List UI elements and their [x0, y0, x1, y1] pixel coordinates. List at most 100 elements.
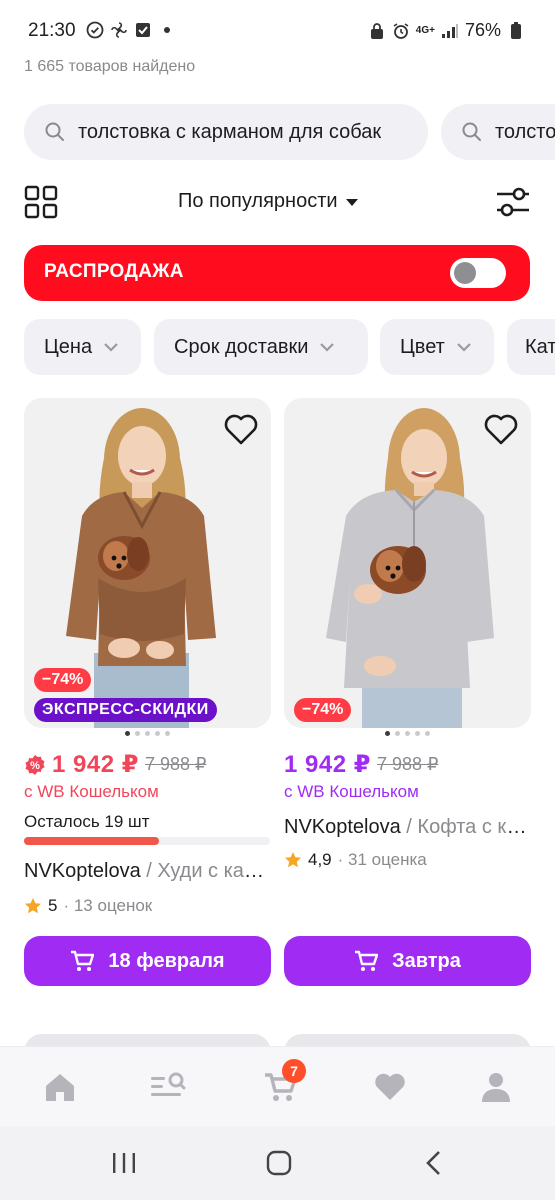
reviews-count: · 13 оценок	[63, 896, 153, 915]
price-row: 1 942 ₽ 7 988 ₽	[284, 750, 438, 779]
status-right: 4G+ 76%	[368, 20, 525, 41]
product-name: Худи с карманом	[157, 860, 270, 882]
delivery-date-label: 18 февраля	[108, 949, 225, 972]
product-photo-illustration	[284, 398, 531, 728]
home-circle-icon	[266, 1150, 292, 1176]
price-row: % 1 942 ₽ 7 988 ₽	[24, 750, 206, 779]
title-separator: /	[400, 816, 418, 838]
home-button[interactable]	[259, 1148, 299, 1178]
image-pager-dots	[24, 731, 271, 739]
results-count: 1 665 товаров найдено	[24, 58, 196, 75]
status-left-icons	[86, 21, 176, 39]
star-icon	[285, 852, 301, 868]
discount-badge: −74%	[294, 698, 352, 722]
reviews-count: · 31 оценка	[337, 850, 427, 869]
catalog-search-icon	[151, 1072, 186, 1096]
heart-favorite-icon[interactable]	[483, 412, 519, 446]
search-chip-text: толстовка с карманом для собак	[78, 120, 382, 143]
product-old-price: 7 988 ₽	[144, 754, 207, 774]
battery-percent: 76%	[464, 20, 501, 40]
nav-favorites[interactable]	[370, 1067, 410, 1107]
product-title[interactable]: NVKoptelova / Худи с карманом	[24, 860, 270, 883]
product-price: 1 942 ₽	[52, 751, 139, 778]
product-image[interactable]: −74% ЭКСПРЕСС-СКИДКИ	[24, 398, 271, 728]
home-icon	[46, 1074, 74, 1101]
express-discount-badge: ЭКСПРЕСС-СКИДКИ	[34, 698, 217, 722]
wallet-note: с WB Кошельком	[24, 782, 159, 801]
nav-home[interactable]	[40, 1067, 80, 1107]
product-old-price: 7 988 ₽	[376, 754, 439, 774]
recent-apps-icon	[113, 1153, 135, 1173]
product-name: Кофта с карманом	[417, 816, 530, 838]
back-button[interactable]	[414, 1148, 454, 1178]
check-circle-icon	[86, 21, 104, 39]
star-icon	[25, 898, 41, 914]
rating-value: 5	[48, 896, 58, 915]
status-bar: 21:30 4G+ 76%	[0, 0, 555, 58]
filter-chip-delivery[interactable]: Срок доставки	[154, 319, 368, 375]
filter-chip-color[interactable]: Цвет	[380, 319, 494, 375]
chip-label: Срок доставки	[174, 335, 309, 358]
stock-progress-fill	[24, 837, 160, 845]
discount-badge: −74%	[34, 668, 92, 692]
search-chip[interactable]: толстовка с карманом для собак	[24, 104, 428, 160]
search-icon	[45, 122, 64, 141]
product-title[interactable]: NVKoptelova / Кофта с карманом	[284, 816, 530, 839]
add-to-cart-button[interactable]: 18 февраля	[24, 936, 271, 986]
product-rating: 4,9 · 31 оценка	[284, 850, 427, 870]
add-to-cart-button[interactable]: Завтра	[284, 936, 531, 986]
product-price: 1 942 ₽	[284, 751, 371, 778]
rating-value: 4,9	[308, 850, 332, 869]
dot-icon	[158, 21, 176, 39]
status-time: 21:30	[28, 20, 76, 41]
checkbox-icon	[134, 21, 152, 39]
profile-icon	[482, 1073, 510, 1102]
heart-favorite-icon[interactable]	[223, 412, 259, 446]
grid-view-icon[interactable]	[24, 185, 58, 219]
heart-icon	[375, 1073, 405, 1100]
stock-remaining: Осталось 19 шт	[24, 812, 150, 831]
cart-icon	[71, 950, 95, 971]
back-chevron-icon	[426, 1151, 440, 1175]
chevron-down-icon	[104, 343, 118, 352]
filter-sliders-icon[interactable]	[495, 185, 531, 219]
product-card[interactable]: −74% 1 942 ₽ 7 988 ₽ с WB Кошельком NVKo…	[284, 398, 531, 998]
sale-toggle[interactable]	[450, 258, 506, 288]
caret-down-icon	[345, 199, 358, 206]
product-card[interactable]: −74% ЭКСПРЕСС-СКИДКИ % 1 942 ₽ 7 988 ₽ с…	[24, 398, 271, 998]
search-icon	[462, 122, 481, 141]
sort-dropdown[interactable]: По популярности	[178, 190, 358, 213]
discount-percent-icon: %	[25, 754, 45, 775]
lock-icon	[368, 22, 386, 40]
image-pager-dots	[284, 731, 531, 739]
nav-cart[interactable]: 7	[260, 1059, 306, 1107]
chip-label: Цена	[44, 335, 93, 358]
chevron-down-icon	[320, 343, 335, 352]
sale-banner[interactable]: РАСПРОДАЖА	[24, 245, 530, 301]
wallet-note: с WB Кошельком	[284, 782, 419, 801]
svg-text:%: %	[30, 760, 40, 772]
filter-chip-category[interactable]: Кат	[507, 319, 555, 375]
network-label: 4G+	[415, 24, 435, 36]
cart-icon	[355, 950, 379, 971]
recent-apps-button[interactable]	[104, 1148, 144, 1178]
signal-icon	[441, 22, 459, 40]
nav-profile[interactable]	[476, 1067, 516, 1107]
product-brand: NVKoptelova	[284, 816, 401, 838]
title-separator: /	[140, 860, 158, 882]
product-image[interactable]: −74%	[284, 398, 531, 728]
chip-label: Кат	[525, 335, 555, 358]
stock-progress-bar	[24, 837, 270, 845]
sort-label: По популярности	[178, 190, 338, 212]
toggle-knob	[454, 262, 476, 284]
sort-row: По популярности	[0, 180, 555, 224]
chevron-down-icon	[457, 343, 471, 352]
search-chip[interactable]: толсто	[441, 104, 555, 160]
alarm-icon	[392, 22, 410, 40]
nav-catalog[interactable]	[148, 1067, 188, 1107]
product-rating: 5 · 13 оценок	[24, 896, 152, 916]
filter-chip-price[interactable]: Цена	[24, 319, 141, 375]
search-suggestions: толстовка с карманом для собак толсто	[0, 104, 555, 160]
fan-icon	[110, 21, 128, 39]
product-brand: NVKoptelova	[24, 860, 141, 882]
